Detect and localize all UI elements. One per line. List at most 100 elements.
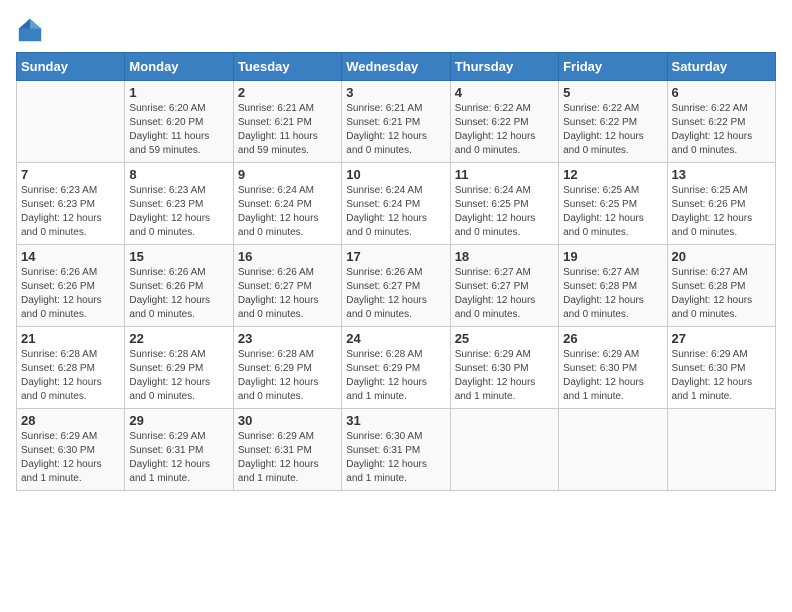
day-info: Sunrise: 6:28 AM Sunset: 6:29 PM Dayligh… [346, 348, 445, 404]
weekday-header-thursday: Thursday [450, 53, 558, 81]
calendar-cell: 26 Sunrise: 6:29 AM Sunset: 6:30 PM Dayli… [559, 327, 667, 409]
calendar-cell: 19Sunrise: 6:27 AM Sunset: 6:28 PM Dayli… [559, 245, 667, 327]
weekday-header-sunday: Sunday [17, 53, 125, 81]
calendar-cell: 27 Sunrise: 6:29 AM Sunset: 6:30 PM Dayli… [667, 327, 775, 409]
day-number: 25 [455, 331, 554, 346]
day-info: Sunrise: 6:29 AM Sunset: 6:31 PM Dayligh… [238, 430, 337, 486]
calendar-cell: 30 Sunrise: 6:29 AM Sunset: 6:31 PM Dayli… [233, 409, 341, 491]
day-info: Sunrise: 6:26 AM Sunset: 6:27 PM Dayligh… [238, 266, 337, 322]
day-number: 22 [129, 331, 228, 346]
calendar-cell: 24 Sunrise: 6:28 AM Sunset: 6:29 PM Dayli… [342, 327, 450, 409]
calendar-cell: 31 Sunrise: 6:30 AM Sunset: 6:31 PM Dayli… [342, 409, 450, 491]
day-number: 12 [563, 167, 662, 182]
day-number: 17 [346, 249, 445, 264]
calendar-week-row: 14 Sunrise: 6:26 AM Sunset: 6:26 PM Dayli… [17, 245, 776, 327]
calendar-cell: 29 Sunrise: 6:29 AM Sunset: 6:31 PM Dayli… [125, 409, 233, 491]
calendar-cell [450, 409, 558, 491]
day-info: Sunrise: 6:23 AM Sunset: 6:23 PM Dayligh… [21, 184, 120, 240]
logo [16, 16, 48, 44]
day-number: 31 [346, 413, 445, 428]
day-number: 4 [455, 85, 554, 100]
day-info: Sunrise: 6:21 AM Sunset: 6:21 PM Dayligh… [238, 102, 337, 158]
day-number: 14 [21, 249, 120, 264]
day-number: 11 [455, 167, 554, 182]
calendar-cell [17, 81, 125, 163]
calendar-cell: 14 Sunrise: 6:26 AM Sunset: 6:26 PM Dayli… [17, 245, 125, 327]
day-info: Sunrise: 6:29 AM Sunset: 6:30 PM Dayligh… [21, 430, 120, 486]
day-info: Sunrise: 6:27 AM Sunset: 6:28 PM Dayligh… [672, 266, 771, 322]
calendar-cell: 12Sunrise: 6:25 AM Sunset: 6:25 PM Dayli… [559, 163, 667, 245]
day-number: 10 [346, 167, 445, 182]
day-number: 1 [129, 85, 228, 100]
calendar-cell: 16 Sunrise: 6:26 AM Sunset: 6:27 PM Dayli… [233, 245, 341, 327]
calendar-cell: 17 Sunrise: 6:26 AM Sunset: 6:27 PM Dayli… [342, 245, 450, 327]
day-info: Sunrise: 6:28 AM Sunset: 6:29 PM Dayligh… [129, 348, 228, 404]
day-info: Sunrise: 6:28 AM Sunset: 6:29 PM Dayligh… [238, 348, 337, 404]
day-info: Sunrise: 6:22 AM Sunset: 6:22 PM Dayligh… [455, 102, 554, 158]
day-number: 27 [672, 331, 771, 346]
calendar-cell: 22 Sunrise: 6:28 AM Sunset: 6:29 PM Dayli… [125, 327, 233, 409]
day-info: Sunrise: 6:30 AM Sunset: 6:31 PM Dayligh… [346, 430, 445, 486]
weekday-header-tuesday: Tuesday [233, 53, 341, 81]
day-info: Sunrise: 6:26 AM Sunset: 6:26 PM Dayligh… [21, 266, 120, 322]
calendar-cell: 3Sunrise: 6:21 AM Sunset: 6:21 PM Daylig… [342, 81, 450, 163]
day-number: 7 [21, 167, 120, 182]
day-info: Sunrise: 6:25 AM Sunset: 6:26 PM Dayligh… [672, 184, 771, 240]
day-number: 13 [672, 167, 771, 182]
calendar-cell: 5Sunrise: 6:22 AM Sunset: 6:22 PM Daylig… [559, 81, 667, 163]
day-number: 24 [346, 331, 445, 346]
calendar-cell: 8 Sunrise: 6:23 AM Sunset: 6:23 PM Daylig… [125, 163, 233, 245]
day-info: Sunrise: 6:27 AM Sunset: 6:27 PM Dayligh… [455, 266, 554, 322]
day-number: 30 [238, 413, 337, 428]
day-number: 21 [21, 331, 120, 346]
day-info: Sunrise: 6:27 AM Sunset: 6:28 PM Dayligh… [563, 266, 662, 322]
calendar-week-row: 28Sunrise: 6:29 AM Sunset: 6:30 PM Dayli… [17, 409, 776, 491]
day-info: Sunrise: 6:22 AM Sunset: 6:22 PM Dayligh… [563, 102, 662, 158]
weekday-header-friday: Friday [559, 53, 667, 81]
day-info: Sunrise: 6:21 AM Sunset: 6:21 PM Dayligh… [346, 102, 445, 158]
calendar-cell [667, 409, 775, 491]
weekday-header-wednesday: Wednesday [342, 53, 450, 81]
calendar-week-row: 1 Sunrise: 6:20 AM Sunset: 6:20 PM Daylig… [17, 81, 776, 163]
calendar-week-row: 7 Sunrise: 6:23 AM Sunset: 6:23 PM Daylig… [17, 163, 776, 245]
calendar-cell: 13 Sunrise: 6:25 AM Sunset: 6:26 PM Dayli… [667, 163, 775, 245]
day-number: 29 [129, 413, 228, 428]
calendar-cell: 11 Sunrise: 6:24 AM Sunset: 6:25 PM Dayli… [450, 163, 558, 245]
calendar-cell: 9Sunrise: 6:24 AM Sunset: 6:24 PM Daylig… [233, 163, 341, 245]
day-number: 26 [563, 331, 662, 346]
day-number: 15 [129, 249, 228, 264]
weekday-header-monday: Monday [125, 53, 233, 81]
day-info: Sunrise: 6:29 AM Sunset: 6:31 PM Dayligh… [129, 430, 228, 486]
calendar-cell: 15 Sunrise: 6:26 AM Sunset: 6:26 PM Dayli… [125, 245, 233, 327]
day-info: Sunrise: 6:23 AM Sunset: 6:23 PM Dayligh… [129, 184, 228, 240]
day-info: Sunrise: 6:24 AM Sunset: 6:25 PM Dayligh… [455, 184, 554, 240]
day-number: 16 [238, 249, 337, 264]
day-info: Sunrise: 6:20 AM Sunset: 6:20 PM Dayligh… [129, 102, 228, 158]
calendar-cell: 4 Sunrise: 6:22 AM Sunset: 6:22 PM Daylig… [450, 81, 558, 163]
calendar-cell: 6 Sunrise: 6:22 AM Sunset: 6:22 PM Daylig… [667, 81, 775, 163]
day-info: Sunrise: 6:26 AM Sunset: 6:27 PM Dayligh… [346, 266, 445, 322]
day-info: Sunrise: 6:29 AM Sunset: 6:30 PM Dayligh… [455, 348, 554, 404]
calendar-cell: 28Sunrise: 6:29 AM Sunset: 6:30 PM Dayli… [17, 409, 125, 491]
calendar-cell [559, 409, 667, 491]
day-number: 8 [129, 167, 228, 182]
day-info: Sunrise: 6:29 AM Sunset: 6:30 PM Dayligh… [563, 348, 662, 404]
calendar-cell: 25 Sunrise: 6:29 AM Sunset: 6:30 PM Dayli… [450, 327, 558, 409]
page-header [16, 16, 776, 44]
logo-icon [16, 16, 44, 44]
day-info: Sunrise: 6:24 AM Sunset: 6:24 PM Dayligh… [346, 184, 445, 240]
day-info: Sunrise: 6:28 AM Sunset: 6:28 PM Dayligh… [21, 348, 120, 404]
calendar-cell: 7 Sunrise: 6:23 AM Sunset: 6:23 PM Daylig… [17, 163, 125, 245]
calendar-week-row: 21 Sunrise: 6:28 AM Sunset: 6:28 PM Dayli… [17, 327, 776, 409]
weekday-header-saturday: Saturday [667, 53, 775, 81]
day-number: 6 [672, 85, 771, 100]
day-info: Sunrise: 6:29 AM Sunset: 6:30 PM Dayligh… [672, 348, 771, 404]
day-info: Sunrise: 6:26 AM Sunset: 6:26 PM Dayligh… [129, 266, 228, 322]
calendar-cell: 2 Sunrise: 6:21 AM Sunset: 6:21 PM Daylig… [233, 81, 341, 163]
calendar-cell: 10 Sunrise: 6:24 AM Sunset: 6:24 PM Dayli… [342, 163, 450, 245]
weekday-header-row: SundayMondayTuesdayWednesdayThursdayFrid… [17, 53, 776, 81]
day-number: 2 [238, 85, 337, 100]
day-number: 9 [238, 167, 337, 182]
calendar-cell: 21 Sunrise: 6:28 AM Sunset: 6:28 PM Dayli… [17, 327, 125, 409]
day-info: Sunrise: 6:22 AM Sunset: 6:22 PM Dayligh… [672, 102, 771, 158]
